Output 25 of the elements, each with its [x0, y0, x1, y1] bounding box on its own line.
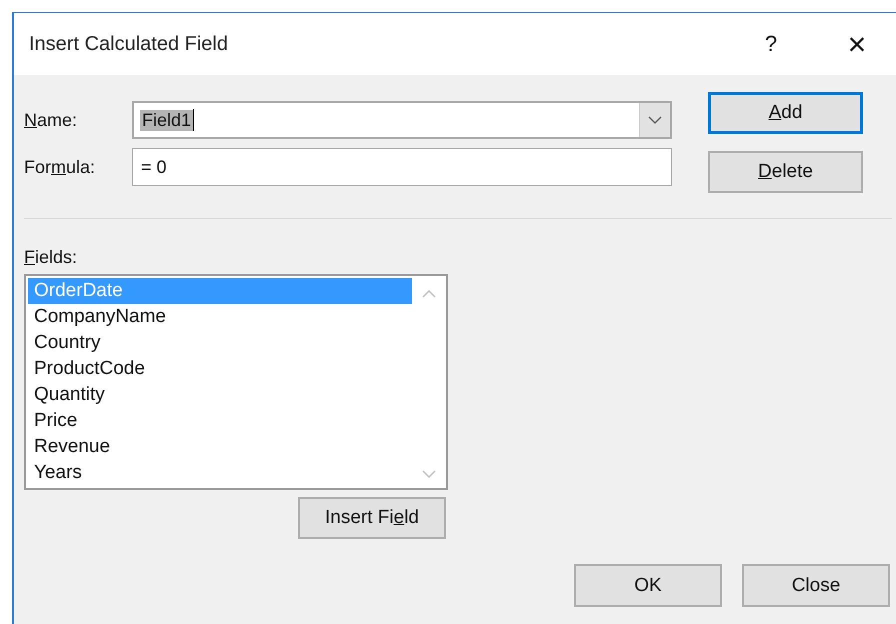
dropdown-button[interactable] — [639, 103, 670, 137]
scroll-down-icon[interactable] — [422, 470, 436, 478]
close-dialog-button[interactable]: Close — [742, 564, 890, 607]
name-label: Name: — [24, 110, 78, 130]
field-list-item[interactable]: Price — [28, 408, 412, 434]
chevron-down-icon — [648, 116, 662, 124]
ok-button[interactable]: OK — [574, 564, 722, 607]
formula-label: Formula: — [24, 156, 96, 178]
field-list-item[interactable]: Quantity — [28, 382, 412, 408]
fields-label: Fields: — [24, 247, 78, 268]
name-combo-box[interactable]: Field1 — [132, 101, 672, 139]
formula-field[interactable]: = 0 — [132, 148, 672, 186]
field-list-item[interactable]: Revenue — [28, 434, 412, 460]
insert-field-button[interactable]: Insert Field — [298, 497, 446, 539]
help-button[interactable]: ? — [748, 31, 794, 57]
field-list-item[interactable]: ProductCode — [28, 356, 412, 382]
add-button[interactable]: Add — [708, 92, 863, 134]
window-title: Insert Calculated Field — [29, 32, 229, 56]
close-button[interactable]: × — [834, 26, 880, 62]
field-list-item[interactable]: Years — [28, 460, 412, 486]
field-list-item[interactable]: CompanyName — [28, 304, 412, 330]
delete-button[interactable]: Delete — [708, 151, 863, 193]
field-list-item[interactable]: Country — [28, 330, 412, 356]
name-value: Field1 — [140, 110, 194, 130]
scroll-up-icon[interactable] — [422, 290, 436, 298]
